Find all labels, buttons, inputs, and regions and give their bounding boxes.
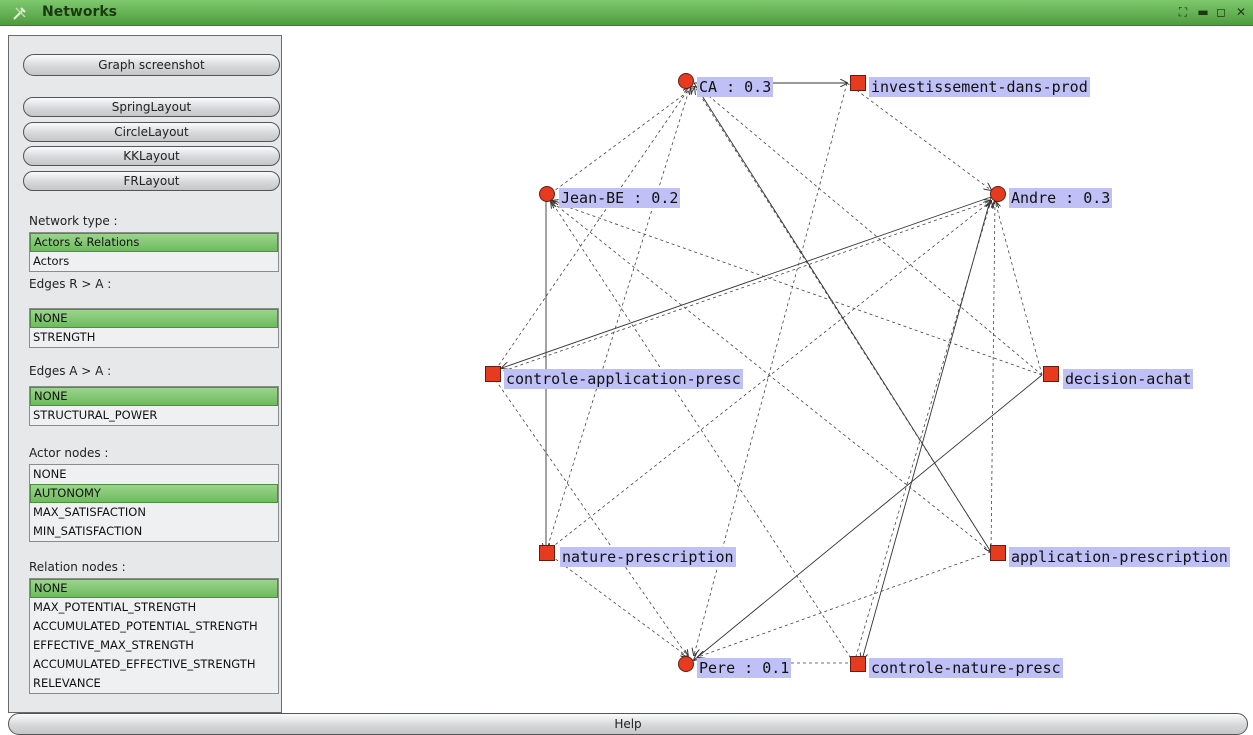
node-label-ca: CA : 0.3 xyxy=(697,77,774,97)
graph-edge xyxy=(698,87,1043,376)
node-label-controle-nature: controle-nature-presc xyxy=(869,658,1063,678)
help-button[interactable]: Help xyxy=(8,713,1248,735)
tools-icon xyxy=(13,7,26,20)
graph-edge xyxy=(502,196,992,368)
relation-nodes-option[interactable]: MAX_POTENTIAL_STRENGTH xyxy=(30,598,278,617)
node-nature-prescription[interactable] xyxy=(539,545,555,561)
graph-edge xyxy=(698,551,992,657)
graph-edge xyxy=(853,201,991,664)
maximize-icon[interactable]: ◻ xyxy=(1214,5,1228,19)
graph-edge xyxy=(491,201,991,376)
node-label-andre: Andre : 0.3 xyxy=(1009,188,1113,208)
edges-ra-option[interactable]: STRENGTH xyxy=(30,328,278,347)
graph-edge xyxy=(862,196,992,660)
node-label-investissement: investissement-dans-prod xyxy=(869,77,1090,97)
graph-screenshot-button[interactable]: Graph screenshot xyxy=(23,54,280,76)
node-andre[interactable] xyxy=(990,186,1006,202)
node-label-application-prescription: application-prescription xyxy=(1009,547,1230,567)
node-controle-nature[interactable] xyxy=(850,656,866,672)
actor-nodes-list: NONE AUTONOMY MAX_SATISFACTION MIN_SATIS… xyxy=(29,464,279,542)
minimize-icon[interactable]: ▬ xyxy=(1196,5,1210,19)
graph-edge xyxy=(846,82,991,190)
window-title: Networks xyxy=(42,4,118,20)
actor-nodes-option[interactable]: MAX_SATISFACTION xyxy=(30,503,278,522)
edges-aa-label: Edges A > A : xyxy=(29,364,112,378)
node-label-pere: Pere : 0.1 xyxy=(697,658,792,678)
edges-ra-list: NONE STRENGTH xyxy=(29,308,279,348)
actor-nodes-option[interactable]: NONE xyxy=(30,465,278,484)
edges-aa-option[interactable]: NONE xyxy=(30,387,278,406)
node-ca[interactable] xyxy=(678,73,694,89)
control-panel: Graph screenshot SpringLayout CircleLayo… xyxy=(8,35,282,713)
relation-nodes-option[interactable]: EFFECTIVE_MAX_STRENGTH xyxy=(30,636,278,655)
fullscreen-icon[interactable]: ⛶ xyxy=(1176,5,1190,19)
graph-edge xyxy=(551,201,1043,376)
relation-nodes-option[interactable]: ACCUMULATED_POTENTIAL_STRENGTH xyxy=(30,617,278,636)
node-decision-achat[interactable] xyxy=(1043,366,1059,382)
graph-edge xyxy=(694,374,1043,660)
graph-edge xyxy=(693,82,991,552)
edges-aa-list: NONE STRUCTURAL_POWER xyxy=(29,386,279,426)
graph-canvas[interactable]: CA : 0.3 investissement-dans-prod Andre … xyxy=(282,35,1248,713)
relation-nodes-label: Relation nodes : xyxy=(29,560,126,574)
edges-ra-label: Edges R > A : xyxy=(29,277,112,291)
graph-edge xyxy=(545,87,690,553)
node-label-controle-application: controle-application-presc xyxy=(504,369,743,389)
edges-ra-option[interactable]: NONE xyxy=(30,309,278,328)
node-label-jean-be: Jean-BE : 0.2 xyxy=(559,188,681,208)
title-bar: Networks ⛶ ▬ ◻ ✕ xyxy=(0,0,1253,26)
graph-edge xyxy=(491,87,690,376)
node-application-prescription[interactable] xyxy=(990,545,1006,561)
node-controle-application[interactable] xyxy=(485,366,501,382)
graph-edge xyxy=(545,87,694,198)
actor-nodes-option[interactable]: MIN_SATISFACTION xyxy=(30,522,278,541)
node-jean-be[interactable] xyxy=(539,186,555,202)
relation-nodes-option[interactable]: RELEVANCE xyxy=(30,674,278,693)
node-pere[interactable] xyxy=(678,656,694,672)
relation-nodes-list: NONE MAX_POTENTIAL_STRENGTH ACCUMULATED_… xyxy=(29,578,279,694)
graph-edge xyxy=(551,201,855,664)
network-type-label: Network type : xyxy=(29,214,118,228)
kk-layout-button[interactable]: KKLayout xyxy=(23,146,280,166)
spring-layout-button[interactable]: SpringLayout xyxy=(23,97,280,117)
graph-edge xyxy=(995,201,1043,376)
node-investissement[interactable] xyxy=(850,75,866,91)
graph-edge xyxy=(491,374,688,657)
network-type-option[interactable]: Actors xyxy=(30,252,278,271)
close-icon[interactable]: ✕ xyxy=(1234,5,1248,19)
graph-edge xyxy=(990,201,995,553)
node-label-nature-prescription: nature-prescription xyxy=(560,547,736,567)
node-label-decision-achat: decision-achat xyxy=(1063,369,1194,389)
actor-nodes-option[interactable]: AUTONOMY xyxy=(30,484,278,503)
circle-layout-button[interactable]: CircleLayout xyxy=(23,122,280,142)
relation-nodes-option[interactable]: ACCUMULATED_EFFECTIVE_STRENGTH xyxy=(30,655,278,674)
graph-edge xyxy=(545,551,688,657)
relation-nodes-option[interactable]: NONE xyxy=(30,579,278,598)
network-type-list: Actors & Relations Actors xyxy=(29,232,279,272)
actor-nodes-label: Actor nodes : xyxy=(29,446,109,460)
edges-aa-option[interactable]: STRUCTURAL_POWER xyxy=(30,406,278,425)
fr-layout-button[interactable]: FRLayout xyxy=(23,171,280,191)
network-type-option[interactable]: Actors & Relations xyxy=(30,233,278,252)
